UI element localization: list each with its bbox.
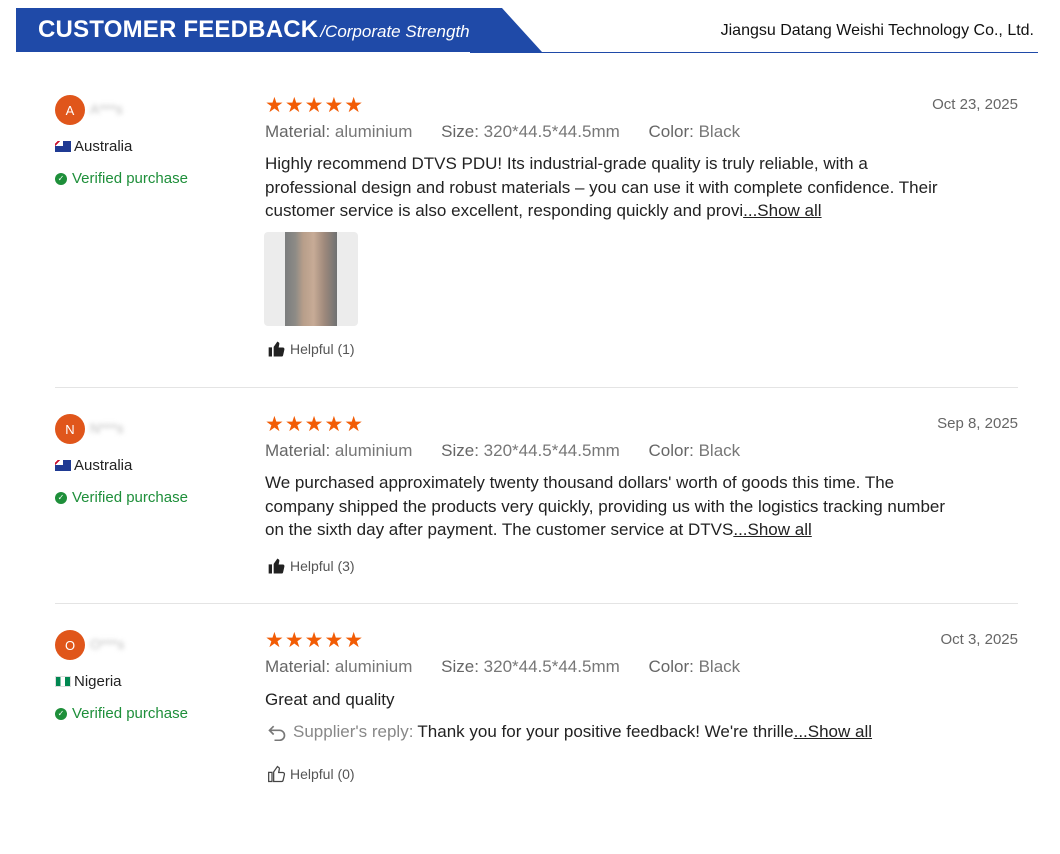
reviewer-name: O***s <box>90 636 125 652</box>
reviewer-country: Australia <box>55 457 132 474</box>
review-divider <box>55 603 1018 604</box>
helpful-label: Helpful (3) <box>290 558 355 574</box>
review-date: Sep 8, 2025 <box>937 415 1018 432</box>
color-value: Black <box>698 441 741 460</box>
verified-badge: ✓ Verified purchase <box>55 705 188 722</box>
australia-flag-icon <box>55 460 71 471</box>
reviewer-name: N***s <box>90 420 124 436</box>
helpful-button[interactable]: Helpful (1) <box>267 339 355 359</box>
material-label: Material: <box>265 657 331 676</box>
check-badge-icon: ✓ <box>55 172 67 185</box>
check-badge-icon: ✓ <box>55 491 67 504</box>
material-value: aluminium <box>334 122 413 141</box>
supplier-reply-label: Supplier's reply: <box>293 722 414 741</box>
show-all-link[interactable]: ...Show all <box>794 722 872 742</box>
header-divider <box>470 52 1038 53</box>
size-label: Size: <box>441 441 479 460</box>
size-value: 320*44.5*44.5mm <box>483 122 620 141</box>
review-body: We purchased approximately twenty thousa… <box>265 473 946 539</box>
product-attributes: Material: aluminium Size: 320*44.5*44.5m… <box>265 657 740 677</box>
helpful-button[interactable]: Helpful (0) <box>267 764 355 784</box>
verified-label: Verified purchase <box>72 489 188 506</box>
thumbs-up-outline-icon <box>268 765 286 783</box>
review-text: Great and quality <box>265 688 955 712</box>
australia-flag-icon <box>55 141 71 152</box>
country-label: Nigeria <box>74 673 122 690</box>
review-date: Oct 23, 2025 <box>932 96 1018 113</box>
star-rating: ★★★★★ <box>265 413 365 436</box>
material-label: Material: <box>265 122 331 141</box>
color-label: Color: <box>648 657 694 676</box>
star-rating: ★★★★★ <box>265 94 365 117</box>
avatar: A <box>55 95 85 125</box>
review-body: Highly recommend DTVS PDU! Its industria… <box>265 154 938 220</box>
size-label: Size: <box>441 657 479 676</box>
show-all-link[interactable]: ...Show all <box>733 520 811 539</box>
helpful-label: Helpful (1) <box>290 341 355 357</box>
verified-badge: ✓ Verified purchase <box>55 170 188 187</box>
page-title: CUSTOMER FEEDBACK <box>38 16 319 43</box>
country-label: Australia <box>74 138 133 155</box>
verified-label: Verified purchase <box>72 705 188 722</box>
color-label: Color: <box>648 122 694 141</box>
material-value: aluminium <box>334 657 413 676</box>
size-label: Size: <box>441 122 479 141</box>
reviewer-country: Australia <box>55 138 132 155</box>
review-photo[interactable] <box>264 232 358 326</box>
review-divider <box>55 387 1018 388</box>
product-attributes: Material: aluminium Size: 320*44.5*44.5m… <box>265 122 740 142</box>
material-value: aluminium <box>334 441 413 460</box>
size-value: 320*44.5*44.5mm <box>483 657 620 676</box>
review-text: We purchased approximately twenty thousa… <box>265 471 955 542</box>
reviewer-name: A***s <box>90 101 123 117</box>
supplier-reply-text: Thank you for your positive feedback! We… <box>417 722 794 741</box>
verified-badge: ✓ Verified purchase <box>55 489 188 506</box>
product-photo-image <box>285 232 337 326</box>
thumbs-up-filled-icon <box>268 341 285 357</box>
size-value: 320*44.5*44.5mm <box>483 441 620 460</box>
product-attributes: Material: aluminium Size: 320*44.5*44.5m… <box>265 441 740 461</box>
company-name: Jiangsu Datang Weishi Technology Co., Lt… <box>720 22 1034 39</box>
review-date: Oct 3, 2025 <box>940 631 1018 648</box>
header-banner: CUSTOMER FEEDBACK /Corporate Strength <box>16 8 542 52</box>
show-all-link[interactable]: ...Show all <box>743 201 821 220</box>
nigeria-flag-icon <box>55 676 71 687</box>
review-text: Highly recommend DTVS PDU! Its industria… <box>265 152 955 223</box>
helpful-label: Helpful (0) <box>290 766 355 782</box>
avatar: N <box>55 414 85 444</box>
color-value: Black <box>698 122 741 141</box>
review-body: Great and quality <box>265 690 395 709</box>
color-value: Black <box>698 657 741 676</box>
color-label: Color: <box>648 441 694 460</box>
page-subtitle: /Corporate Strength <box>320 22 470 41</box>
supplier-reply: Supplier's reply: Thank you for your pos… <box>267 722 872 742</box>
avatar: O <box>55 630 85 660</box>
country-label: Australia <box>74 457 133 474</box>
material-label: Material: <box>265 441 331 460</box>
thumbs-up-filled-icon <box>268 558 285 574</box>
verified-label: Verified purchase <box>72 170 188 187</box>
helpful-button[interactable]: Helpful (3) <box>267 556 355 576</box>
check-badge-icon: ✓ <box>55 707 67 720</box>
reply-arrow-icon <box>268 725 286 741</box>
reviewer-country: Nigeria <box>55 673 122 690</box>
star-rating: ★★★★★ <box>265 629 365 652</box>
